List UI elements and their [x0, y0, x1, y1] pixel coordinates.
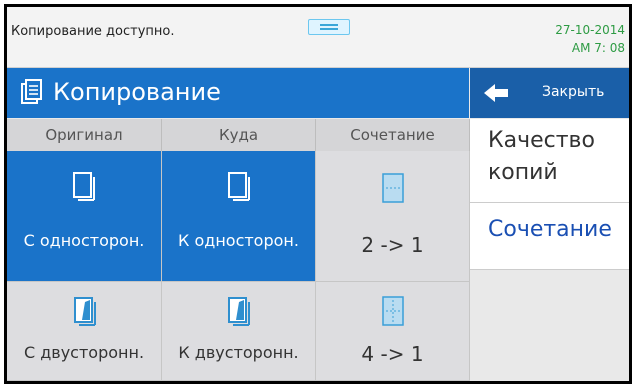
tile-label: К двусторонн. — [178, 343, 299, 362]
tile-original-duplex[interactable]: С двусторонн. — [7, 282, 162, 381]
back-arrow-icon — [484, 84, 508, 102]
copier-screen: Копирование доступно. 27-10-2014 AM 7: 0… — [4, 4, 632, 384]
tile-label: 2 -> 1 — [361, 233, 424, 257]
menu-item-combine[interactable]: Сочетание — [470, 203, 629, 270]
two-in-one-icon — [382, 173, 404, 203]
menu-item-label: Сочетание — [488, 217, 612, 242]
single-sided-page-icon — [228, 172, 250, 201]
double-sided-page-icon — [228, 297, 250, 326]
date-time: 27-10-2014 AM 7: 08 — [555, 21, 625, 57]
tile-label: С двусторонн. — [23, 343, 145, 362]
status-message: Копирование доступно. — [11, 24, 175, 39]
column-header-original: Оригинал — [7, 119, 162, 151]
close-button[interactable]: Закрыть — [470, 68, 629, 118]
tile-destination-simplex[interactable]: К односторон. — [162, 151, 316, 282]
column-header-destination: Куда — [162, 119, 316, 151]
double-sided-page-icon — [74, 297, 96, 326]
title-bar: Копирование — [7, 68, 469, 118]
column-header-combine: Сочетание — [316, 119, 470, 151]
status-bar: Копирование доступно. 27-10-2014 AM 7: 0… — [7, 7, 629, 68]
menu-item-label: Качество копий — [488, 128, 595, 185]
close-label: Закрыть — [542, 84, 605, 100]
status-time: AM 7: 08 — [571, 41, 625, 55]
four-in-one-icon — [382, 296, 404, 326]
settings-menu: Качество копий Сочетание — [470, 119, 629, 381]
menu-item-copy-quality[interactable]: Качество копий — [470, 119, 629, 203]
copy-document-icon — [21, 79, 42, 104]
tile-label: С односторон. — [23, 231, 145, 250]
single-sided-page-icon — [73, 172, 95, 201]
tile-destination-duplex[interactable]: К двусторонн. — [162, 282, 316, 381]
status-date: 27-10-2014 — [555, 23, 625, 37]
tile-label: 4 -> 1 — [361, 342, 424, 366]
pull-down-handle-icon[interactable] — [308, 19, 350, 35]
tile-label: К односторон. — [178, 231, 299, 250]
tile-combine-2to1[interactable]: 2 -> 1 — [316, 151, 470, 282]
page-title: Копирование — [53, 78, 221, 106]
tile-original-simplex[interactable]: С односторон. — [7, 151, 162, 282]
tile-combine-4to1[interactable]: 4 -> 1 — [316, 282, 470, 381]
